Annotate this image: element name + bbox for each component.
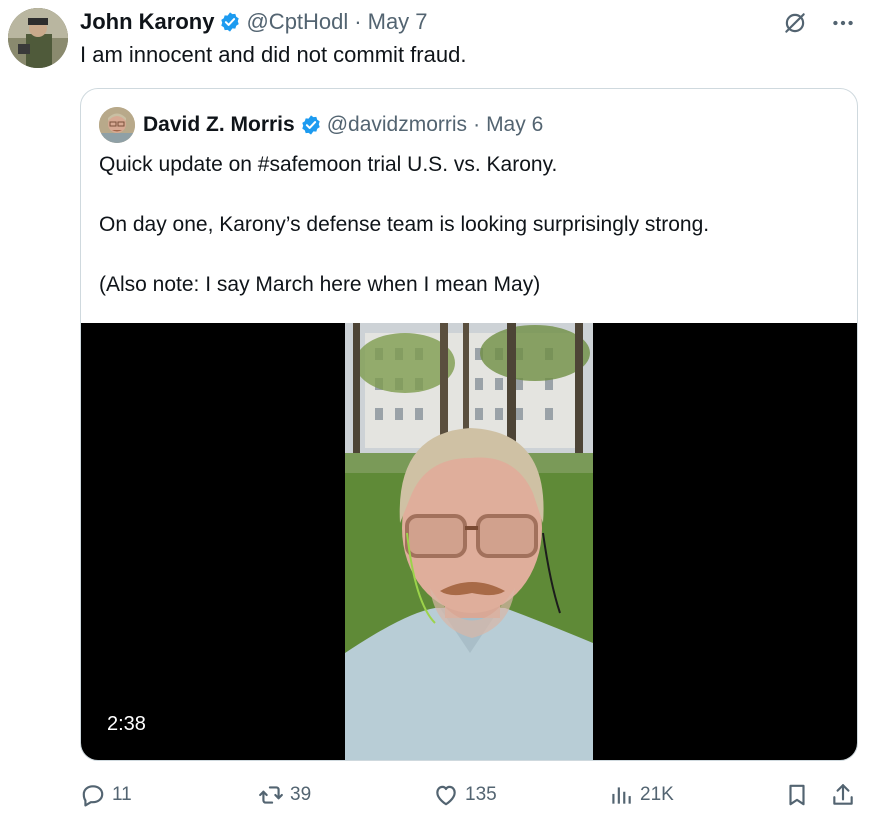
tweet-header: John Karony @CptHodl · May 7: [80, 6, 428, 38]
like-icon: [436, 785, 456, 806]
more-icon[interactable]: [828, 8, 858, 38]
tweet-top-actions: [780, 8, 858, 38]
reply-count: 11: [112, 784, 132, 805]
grok-icon[interactable]: [780, 8, 810, 38]
quoted-text-line-2: On day one, Karony’s defense team is loo…: [99, 213, 710, 236]
quoted-tweet-header: David Z. Morris @davidzmorris · May 6: [99, 107, 543, 143]
author-avatar[interactable]: [8, 8, 68, 68]
repost-count: 39: [290, 784, 312, 805]
quoted-text-line-3: (Also note: I say March here when I mean…: [99, 273, 541, 296]
quoted-author-name: David Z. Morris: [143, 113, 295, 136]
quoted-tweet-card[interactable]: David Z. Morris @davidzmorris · May 6 Qu…: [80, 88, 858, 761]
share-icon: [833, 784, 853, 805]
video-player[interactable]: 2:38: [81, 323, 857, 760]
video-thumbnail: [345, 323, 593, 760]
quoted-text-line-1: Quick update on #safemoon trial U.S. vs.…: [99, 153, 558, 176]
bookmark-icon: [789, 784, 805, 806]
repost-icon: [259, 786, 283, 804]
views-button[interactable]: 21K: [608, 778, 674, 812]
like-count: 135: [465, 784, 497, 805]
tweet-date[interactable]: May 7: [368, 9, 428, 35]
separator-dot: ·: [354, 9, 362, 34]
views-count: 21K: [640, 784, 674, 805]
quoted-author-avatar: [99, 107, 135, 143]
verified-badge-icon: [219, 11, 241, 33]
share-button[interactable]: [830, 778, 862, 812]
quoted-author-handle: @davidzmorris: [326, 113, 468, 136]
verified-badge-icon: [300, 114, 322, 136]
reply-icon: [82, 785, 104, 807]
tweet-action-bar: 11 39 135 21K: [80, 778, 858, 812]
repost-button[interactable]: 39: [258, 778, 311, 812]
separator-dot: ·: [473, 113, 481, 136]
author-name[interactable]: John Karony: [80, 9, 214, 35]
author-handle[interactable]: @CptHodl: [246, 9, 348, 35]
bookmark-button[interactable]: [784, 778, 816, 812]
video-duration: 2:38: [107, 713, 146, 735]
reply-button[interactable]: 11: [80, 778, 132, 812]
views-icon: [612, 787, 631, 804]
tweet-text: I am innocent and did not commit fraud.: [80, 42, 467, 67]
like-button[interactable]: 135: [433, 778, 497, 812]
quoted-tweet-date: May 6: [486, 113, 544, 136]
